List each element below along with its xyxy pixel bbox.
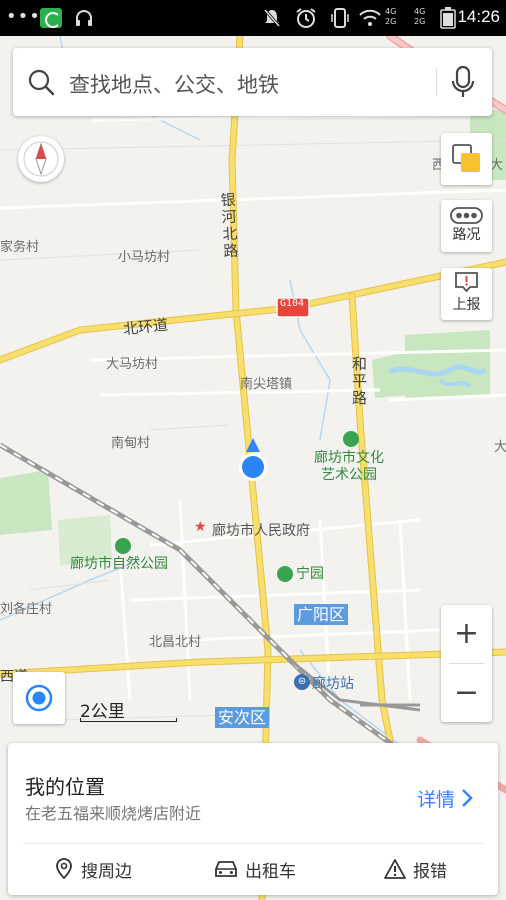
- poi-label-ningyuan[interactable]: 宁园: [296, 566, 324, 583]
- highway-g104-label: G104: [280, 298, 305, 309]
- chevron-right-icon[interactable]: [460, 788, 474, 808]
- app-notification-icon: [40, 8, 62, 28]
- wifi-icon: [359, 9, 381, 26]
- taxi-icon: [215, 861, 237, 877]
- layers-icon: [452, 144, 480, 172]
- my-location-card[interactable]: 我的位置 在老五福来顺烧烤店附近 详情 搜周边 出租车 报错: [8, 743, 498, 895]
- status-bar: ••• 4G 2G 4G 2G 14:26: [0, 0, 506, 36]
- report-label: 上报: [452, 297, 481, 313]
- park-area: [405, 330, 490, 398]
- location-pin-icon: [56, 858, 72, 880]
- search-input[interactable]: 查找地点、公交、地铁: [69, 69, 279, 99]
- park-area: [0, 470, 52, 535]
- card-title: 我的位置: [25, 775, 105, 799]
- report-error-button[interactable]: 报错: [383, 854, 447, 884]
- microphone-icon[interactable]: [449, 64, 477, 100]
- poi-label-ziran[interactable]: 廊坊市自然公园: [70, 556, 168, 573]
- village-label: 北昌北村: [149, 635, 202, 650]
- search-icon: [28, 69, 55, 96]
- search-nearby-button[interactable]: 搜周边: [53, 854, 132, 884]
- vibrate-icon: [331, 8, 349, 28]
- warning-icon: [384, 859, 406, 879]
- current-location-marker[interactable]: [236, 436, 270, 486]
- detail-link[interactable]: 详情: [417, 785, 455, 812]
- taxi-label: 出租车: [245, 861, 296, 882]
- clock: 14:26: [457, 7, 500, 26]
- park-poi-icon[interactable]: [277, 566, 293, 582]
- search-nearby-label: 搜周边: [81, 861, 132, 882]
- village-label: 大马坊村: [106, 357, 159, 372]
- card-divider: [23, 843, 483, 844]
- more-notifications-icon: •••: [6, 6, 41, 27]
- traffic-label: 路况: [452, 227, 481, 243]
- signal-4g-indicator: 4G 2G: [385, 7, 397, 26]
- village-label: 南甸村: [111, 436, 151, 451]
- report-error-label: 报错: [413, 861, 447, 882]
- poi-label-wenhua[interactable]: 廊坊市文化 艺术公园: [314, 450, 384, 484]
- compass-icon: [23, 141, 59, 177]
- locate-icon: [25, 684, 53, 712]
- village-label: 刘各庄村: [0, 602, 53, 617]
- park-poi-icon[interactable]: [115, 538, 131, 554]
- card-subtitle: 在老五福来顺烧烤店附近: [25, 804, 202, 823]
- park-poi-icon[interactable]: [343, 431, 359, 447]
- government-star-icon: ★: [194, 519, 207, 535]
- zoom-control: + −: [441, 605, 492, 722]
- locate-me-button[interactable]: [13, 672, 65, 724]
- map-label-da-right: 大: [494, 440, 506, 455]
- train-station-icon: ⊜: [294, 674, 310, 690]
- zoom-out-button[interactable]: −: [441, 664, 492, 722]
- road-label-heping: 和平路: [352, 355, 368, 407]
- taxi-button[interactable]: 出租车: [213, 854, 296, 884]
- poi-label-station[interactable]: 廊坊站: [312, 673, 354, 693]
- layers-button[interactable]: [441, 133, 492, 185]
- report-button[interactable]: 上报: [441, 268, 492, 320]
- traffic-button[interactable]: 路况: [441, 200, 492, 252]
- town-label: 南尖塔镇: [240, 377, 293, 392]
- headphones-icon: [76, 10, 92, 26]
- traffic-icon: [450, 207, 483, 224]
- alarm-icon: [296, 8, 316, 28]
- search-bar[interactable]: 查找地点、公交、地铁: [13, 48, 492, 116]
- search-divider: [436, 68, 437, 96]
- district-label-anci: 安次区: [215, 707, 270, 728]
- district-label-guangyang: 广阳区: [294, 604, 349, 625]
- signal-4g-indicator-2: 4G 2G: [414, 7, 426, 26]
- poi-label-government[interactable]: 廊坊市人民政府: [212, 520, 310, 540]
- zoom-in-button[interactable]: +: [441, 605, 492, 663]
- village-label: 小马坊村: [118, 250, 171, 265]
- battery-icon: [440, 7, 456, 29]
- village-label: 家务村: [0, 240, 40, 255]
- report-icon: [455, 272, 478, 293]
- compass-button[interactable]: [18, 136, 64, 182]
- scale-bar: [80, 718, 177, 722]
- mute-icon: [263, 9, 281, 27]
